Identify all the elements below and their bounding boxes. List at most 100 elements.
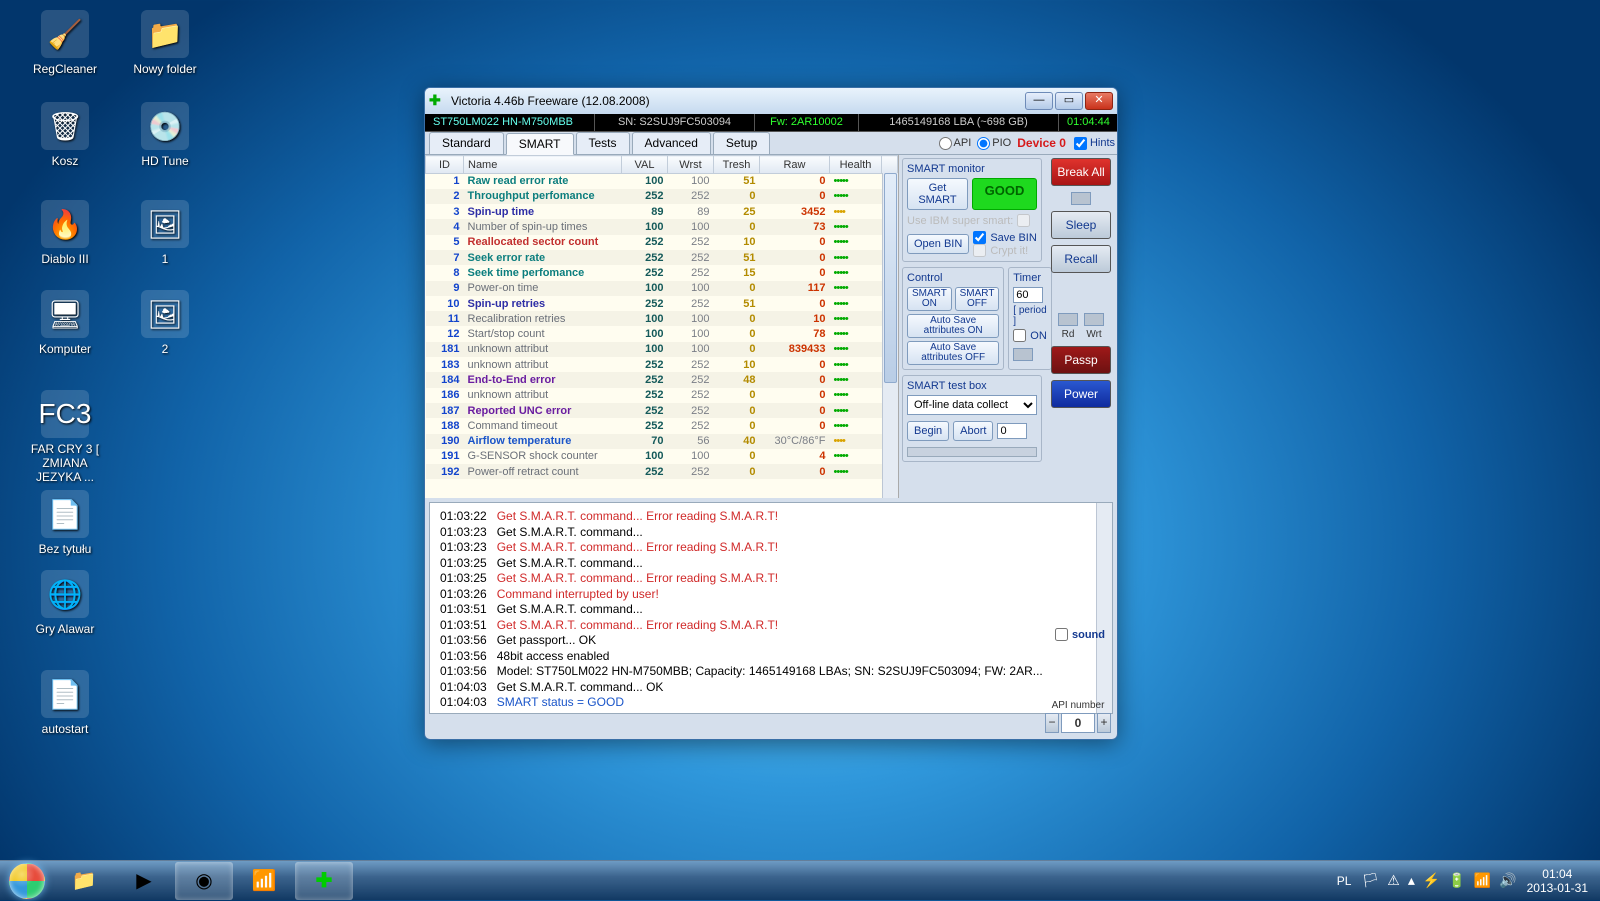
table-row[interactable]: 192 Power-off retract count 252 252 0 0 … [426,464,898,479]
open-bin-button[interactable]: Open BIN [907,234,969,254]
table-row[interactable]: 187 Reported UNC error 252 252 0 0 ••••• [426,403,898,418]
taskbar-chrome[interactable]: ◉ [175,862,233,900]
wrt-label: Wrt [1084,329,1104,340]
battery-icon[interactable]: 🔋 [1448,872,1465,889]
tab-standard[interactable]: Standard [429,132,504,154]
abort-button[interactable]: Abort [953,421,993,441]
desktop-icon[interactable]: 🔥Diablo III [20,200,110,266]
test-select[interactable]: Off-line data collect [907,395,1037,415]
desktop-icon[interactable]: 🌐 Gry Alawar [20,570,110,636]
log-scrollbar[interactable] [1096,503,1112,713]
power-button[interactable]: Power [1051,380,1111,408]
desktop-icon[interactable]: 🖥Komputer [20,290,110,356]
sleep-button[interactable]: Sleep [1051,211,1111,239]
action-center-icon[interactable]: ⚠ [1387,872,1400,889]
close-button[interactable]: ✕ [1085,92,1113,110]
drive-fw: Fw: 2AR10002 [755,114,859,131]
passp-button[interactable]: Passp [1051,346,1111,374]
begin-button[interactable]: Begin [907,421,949,441]
smart-off-button[interactable]: SMART OFF [955,287,1000,311]
volume-icon[interactable]: 🔊 [1499,872,1516,889]
desktop-icon-label: Nowy folder [120,62,210,76]
desktop-icon[interactable]: 💿HD Tune [120,102,210,168]
timer-input[interactable] [1013,287,1043,303]
control-title: Control [907,272,999,284]
tray-up-icon[interactable]: ▴ [1408,872,1415,889]
table-row[interactable]: 3 Spin-up time 89 89 25 3452 •••• [426,204,898,219]
taskbar-wifi[interactable]: 📶 [235,862,293,900]
start-button[interactable] [0,861,54,901]
table-row[interactable]: 10 Spin-up retries 252 252 51 0 ••••• [426,296,898,311]
flag-icon[interactable]: 🏳 [1361,872,1379,889]
taskbar-victoria[interactable]: ✚ [295,862,353,900]
desktop-icon-glyph: 🌐 [41,570,89,618]
table-row[interactable]: 8 Seek time perfomance 252 252 15 0 ••••… [426,265,898,280]
desktop-icon-label: 2 [120,342,210,356]
smart-scrollbar[interactable] [882,173,898,498]
autosave-on-button[interactable]: Auto Save attributes ON [907,314,999,338]
table-row[interactable]: 184 End-to-End error 252 252 48 0 ••••• [426,372,898,387]
table-row[interactable]: 5 Reallocated sector count 252 252 10 0 … [426,235,898,250]
break-all-button[interactable]: Break All [1051,158,1111,186]
table-row[interactable]: 1 Raw read error rate 100 100 51 0 ••••• [426,174,898,189]
clock[interactable]: 01:04 2013-01-31 [1527,867,1588,895]
power-icon[interactable]: ⚡ [1423,872,1440,889]
radio-pio[interactable]: PIO [977,137,1011,150]
api-inc-button[interactable]: + [1097,713,1111,733]
desktop-icon[interactable]: 📄Bez tytułu [20,490,110,556]
desktop-icon[interactable]: 🧹RegCleaner [20,10,110,76]
taskbar-explorer[interactable]: 📁 [55,862,113,900]
desktop-icon-label: Gry Alawar [20,622,110,636]
table-row[interactable]: 4 Number of spin-up times 100 100 0 73 •… [426,219,898,234]
recall-button[interactable]: Recall [1051,245,1111,273]
desktop-icon[interactable]: 🗑Kosz [20,102,110,168]
save-bin-checkbox[interactable]: Save BIN [973,231,1037,244]
language-indicator[interactable]: PL [1337,874,1352,888]
col-health[interactable]: Health [830,156,882,174]
table-row[interactable]: 190 Airflow temperature 70 56 40 30°C/86… [426,434,898,449]
col-wrst[interactable]: Wrst [668,156,714,174]
get-smart-button[interactable]: Get SMART [907,178,968,210]
test-value-input[interactable] [997,423,1027,439]
table-row[interactable]: 2 Throughput perfomance 252 252 0 0 ••••… [426,189,898,204]
desktop-icon[interactable]: 🖼2 [120,290,210,356]
table-row[interactable]: 183 unknown attribut 252 252 10 0 ••••• [426,357,898,372]
minimize-button[interactable]: — [1025,92,1053,110]
maximize-button[interactable]: ▭ [1055,92,1083,110]
autosave-off-button[interactable]: Auto Save attributes OFF [907,341,999,365]
desktop-icon-glyph: 🔥 [41,200,89,248]
col-name[interactable]: Name [464,156,622,174]
sound-checkbox[interactable]: sound [1055,628,1105,641]
table-row[interactable]: 191 G-SENSOR shock counter 100 100 0 4 •… [426,449,898,464]
tab-setup[interactable]: Setup [713,132,770,154]
radio-api[interactable]: API [939,137,972,150]
table-row[interactable]: 11 Recalibration retries 100 100 0 10 ••… [426,311,898,326]
col-val[interactable]: VAL [622,156,668,174]
desktop-icon[interactable]: 🖼1 [120,200,210,266]
ibm-supersmart-checkbox: Use IBM super smart: [907,214,1037,227]
desktop-icon[interactable]: FC3FAR CRY 3 [ ZMIANA JEZYKA ... [20,390,110,484]
col-tresh[interactable]: Tresh [714,156,760,174]
smart-on-button[interactable]: SMART ON [907,287,952,311]
tab-smart[interactable]: SMART [506,133,574,155]
timer-on-checkbox[interactable]: ON [1013,329,1047,342]
smart-monitor-title: SMART monitor [907,163,1037,175]
right-panel: SMART monitor Get SMART GOOD Use IBM sup… [899,155,1117,498]
taskbar-media[interactable]: ▶ [115,862,173,900]
table-row[interactable]: 7 Seek error rate 252 252 51 0 ••••• [426,250,898,265]
api-dec-button[interactable]: − [1045,713,1059,733]
table-row[interactable]: 186 unknown attribut 252 252 0 0 ••••• [426,388,898,403]
desktop-icon[interactable]: 📄autostart [20,670,110,736]
table-row[interactable]: 12 Start/stop count 100 100 0 78 ••••• [426,326,898,341]
table-row[interactable]: 181 unknown attribut 100 100 0 839433 ••… [426,342,898,357]
titlebar[interactable]: ✚ Victoria 4.46b Freeware (12.08.2008) —… [425,88,1117,114]
tab-tests[interactable]: Tests [576,132,630,154]
col-id[interactable]: ID [426,156,464,174]
col-raw[interactable]: Raw [760,156,830,174]
desktop-icon[interactable]: 📁Nowy folder [120,10,210,76]
hints-checkbox[interactable]: Hints [1074,137,1115,150]
table-row[interactable]: 9 Power-on time 100 100 0 117 ••••• [426,281,898,296]
network-icon[interactable]: 📶 [1474,872,1491,889]
tab-advanced[interactable]: Advanced [632,132,711,154]
table-row[interactable]: 188 Command timeout 252 252 0 0 ••••• [426,418,898,433]
